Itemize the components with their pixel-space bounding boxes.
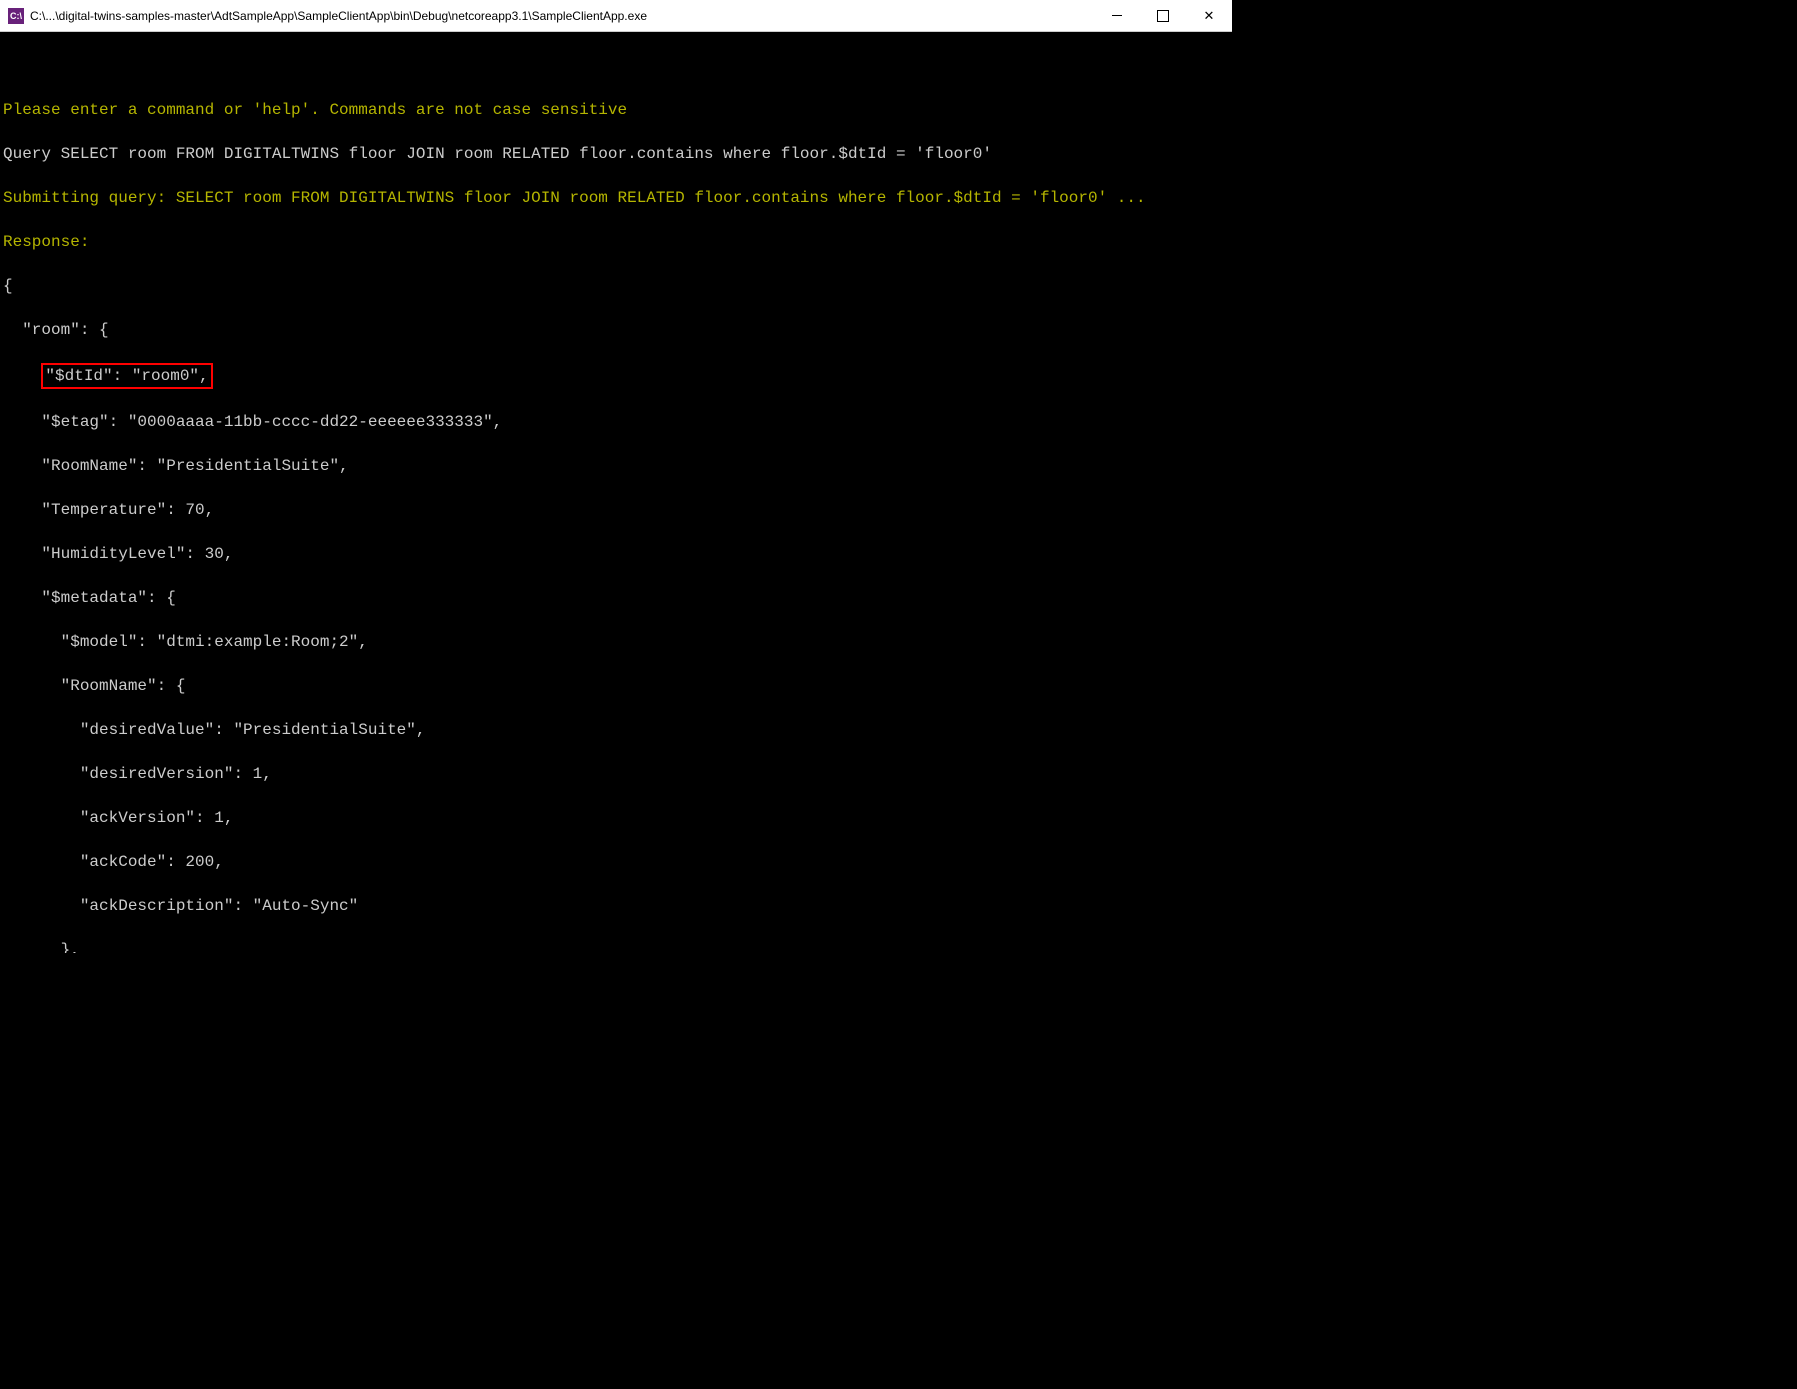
json-line: "ackVersion": 1, [3, 807, 1229, 829]
json-line: "Temperature": 70, [3, 499, 1229, 521]
titlebar: C:\ C:\...\digital-twins-samples-master\… [0, 0, 1232, 32]
json-line: "room": { [3, 319, 1229, 341]
console-output[interactable]: Please enter a command or 'help'. Comman… [0, 32, 1232, 953]
response-label: Response: [3, 231, 1229, 253]
maximize-button[interactable] [1140, 0, 1186, 31]
json-line: "RoomName": { [3, 675, 1229, 697]
prompt-line: Please enter a command or 'help'. Comman… [3, 99, 1229, 121]
json-line: { [3, 275, 1229, 297]
json-line: "RoomName": "PresidentialSuite", [3, 455, 1229, 477]
query-line: Query SELECT room FROM DIGITALTWINS floo… [3, 143, 1229, 165]
json-line: "$dtId": "room0", [3, 363, 1229, 389]
window-title: C:\...\digital-twins-samples-master\AdtS… [30, 9, 1094, 23]
close-button[interactable] [1186, 0, 1232, 31]
json-line: "$model": "dtmi:example:Room;2", [3, 631, 1229, 653]
json-line: "ackCode": 200, [3, 851, 1229, 873]
json-line: "desiredVersion": 1, [3, 763, 1229, 785]
highlight-dtid: "$dtId": "room0", [41, 363, 212, 389]
submitting-line: Submitting query: SELECT room FROM DIGIT… [3, 187, 1229, 209]
json-line: "desiredValue": "PresidentialSuite", [3, 719, 1229, 741]
minimize-button[interactable] [1094, 0, 1140, 31]
json-line: "$metadata": { [3, 587, 1229, 609]
json-line: "ackDescription": "Auto-Sync" [3, 895, 1229, 917]
json-line: "$etag": "0000aaaa-11bb-cccc-dd22-eeeeee… [3, 411, 1229, 433]
window-controls [1094, 0, 1232, 31]
json-line: "HumidityLevel": 30, [3, 543, 1229, 565]
app-icon: C:\ [8, 8, 24, 24]
json-line: }, [3, 939, 1229, 953]
